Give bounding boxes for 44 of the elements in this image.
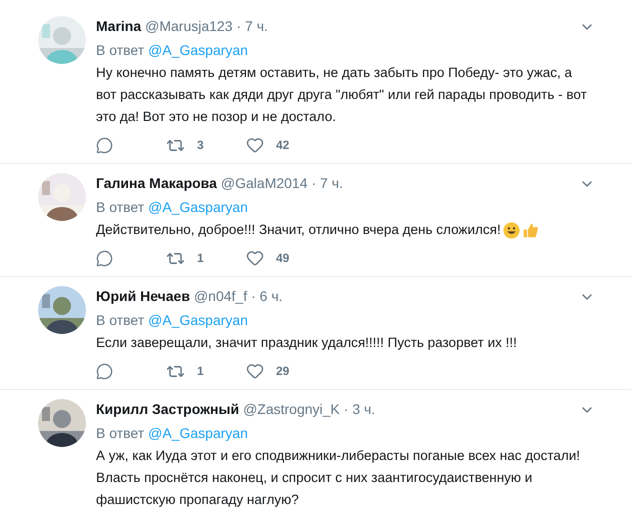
user-handle[interactable]: @GalaM2014 (220, 173, 308, 194)
like-button[interactable]: 49 (246, 249, 326, 267)
user-handle[interactable]: @n04f_f (194, 286, 248, 307)
speech-bubble-icon (96, 136, 113, 154)
user-name[interactable]: Юрий Нечаев (96, 286, 190, 307)
retweet-count: 1 (197, 250, 204, 267)
reply-label: В ответ (96, 424, 144, 443)
reply-label: В ответ (96, 198, 144, 217)
user-handle[interactable]: @Marusja123 (145, 16, 232, 37)
tweet-time[interactable]: · 7 ч. (236, 16, 268, 37)
like-count: 42 (276, 137, 290, 154)
smiley-icon (502, 222, 520, 239)
like-count: 49 (276, 250, 290, 267)
reply-label: В ответ (96, 41, 144, 60)
like-button[interactable]: 29 (246, 362, 326, 380)
reply-link[interactable]: @A_Gasparyan (148, 423, 248, 444)
tweet-time[interactable]: · 7 ч. (312, 173, 343, 194)
heart-icon (246, 136, 264, 154)
tweet-text: А уж, как Иуда этот и его сподвижники-либерасты поганые всех нас достали! Власть проснётся наконец, и спросит с них заантигосудаиственную и фашистскую пропагаду наглую? (96, 447, 582, 509)
reply-label: В ответ (96, 311, 144, 330)
tweet-time[interactable]: · 6 ч. (251, 286, 283, 307)
like-count: 29 (276, 363, 290, 380)
tweet-time[interactable]: · 3 ч. (344, 399, 376, 420)
reply-link[interactable]: @A_Gasparyan (148, 310, 248, 331)
retweet-button[interactable]: 1 (166, 362, 246, 380)
speech-bubble-icon (96, 250, 113, 266)
heart-icon (246, 362, 264, 380)
user-name[interactable]: Marina (96, 16, 142, 37)
heart-icon (246, 249, 264, 267)
user-name[interactable]: Галина Макарова (96, 173, 217, 194)
user-name[interactable]: Кирилл Застрожный (96, 399, 240, 420)
retweet-button[interactable]: 1 (166, 248, 246, 268)
tweet-text: Действительно, доброе!!! Значит, отлично вчера день сложился! (96, 219, 595, 241)
speech-bubble-icon (96, 362, 113, 380)
like-button[interactable]: 42 (246, 136, 326, 154)
tweet-text: Ну конечно память детям оставить, не дать забыть про Победу- это ужас, а вот рассказывать как дяди друг друга "любят" или гей парады проводить - вот это да! Вот это не позор и не достало. (96, 64, 588, 126)
tweet-text: Если заверещали, значит праздник удался!!!!! Пусть разорвет их !!! (96, 334, 518, 352)
retweet-button[interactable]: 3 (166, 136, 246, 154)
reply-link[interactable]: @A_Gasparyan (148, 197, 248, 218)
retweet-count: 1 (197, 363, 204, 380)
reply-link[interactable]: @A_Gasparyan (148, 40, 248, 61)
user-handle[interactable]: @Zastrognyi_K (243, 399, 340, 420)
retweet-count: 3 (197, 137, 204, 154)
thumbs-up-icon (522, 222, 539, 239)
